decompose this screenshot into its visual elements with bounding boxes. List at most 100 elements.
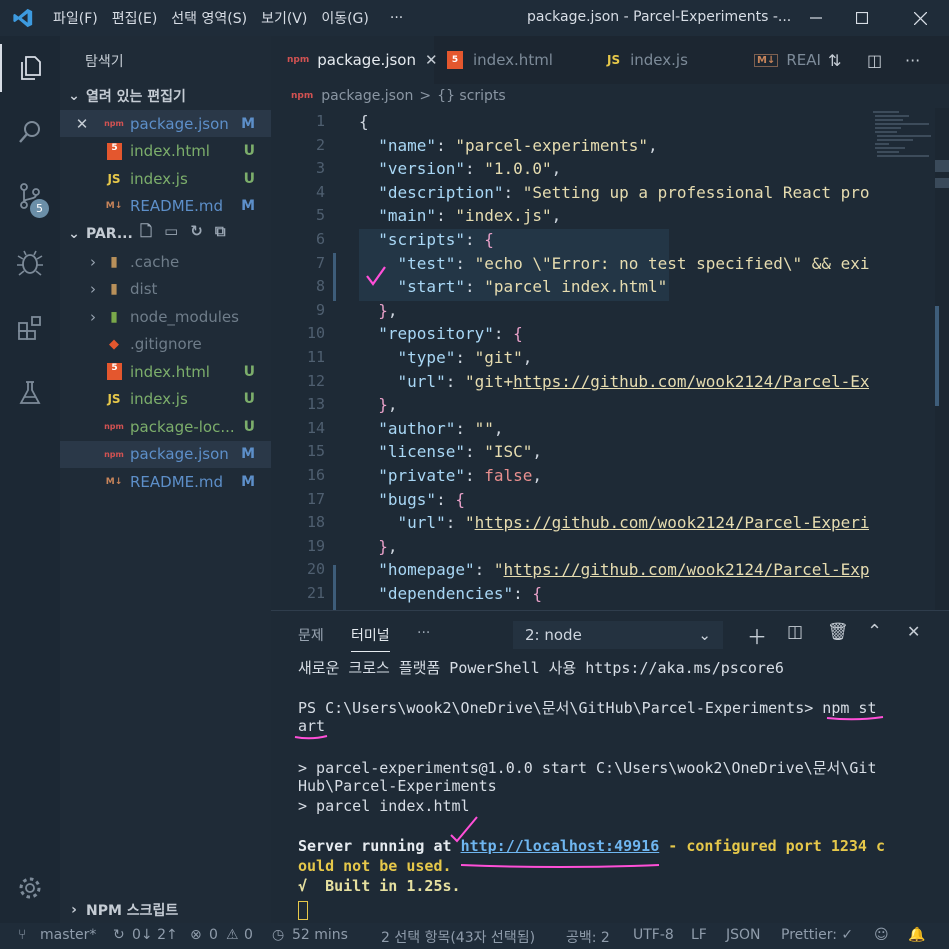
more-actions-icon[interactable]: ··· [905,36,929,84]
explorer-sidebar: 탐색기 ⌄ 열려 있는 편집기 ✕ npm package.json M 5 index.… [60,36,271,923]
line-number: 2 [315,135,325,154]
sync-icon: ↻ [113,927,125,943]
git-icon: ◆ [109,336,119,352]
line-number: 7 [315,253,325,272]
language-mode[interactable]: JSON [726,927,761,943]
file-name: package.json [130,114,229,133]
code-line: "scripts": { [378,230,494,249]
npm-icon: npm [104,449,124,459]
code-editor[interactable]: 1 {2 "name": "parcel-experiments", 3 "vers… [271,108,949,610]
menu-edit[interactable]: 편집(E) [105,8,165,28]
markdown-icon: M↓ [105,201,123,211]
menu-file[interactable]: 파일(F) [46,8,105,28]
npm-icon: npm [287,55,310,65]
warning-count[interactable]: 0 [244,927,253,943]
file-item[interactable]: 5 index.html U [60,138,271,165]
npm-scripts-section[interactable]: › NPM 스크립트 [60,896,271,923]
breadcrumb-separator: > [419,88,432,104]
file-item[interactable]: M↓ README.md M [60,193,271,220]
file-item[interactable]: › ▮ node_modules [60,303,271,330]
maximize-button[interactable] [837,0,887,36]
extensions-icon[interactable] [0,304,60,352]
new-folder-icon[interactable]: ▭ [164,222,190,240]
file-item[interactable]: JS index.js U [60,165,271,192]
notifications-bell-icon[interactable]: 🔔 [908,927,925,943]
file-item[interactable]: ◆ .gitignore [60,331,271,358]
file-item[interactable]: › ▮ .cache [60,248,271,275]
tab-index-html[interactable]: 5 index.html [447,36,597,84]
code-line: }, [378,300,398,320]
search-icon[interactable] [0,108,60,156]
html5-icon: 5 [107,142,122,160]
line-number: 6 [315,230,325,248]
editor-scrollbar[interactable] [935,108,949,610]
code-line: "private": false, [378,466,543,485]
folder-icon: ▮ [110,253,118,270]
sidebar-header: 탐색기 [85,54,124,70]
settings-gear-icon[interactable] [0,864,60,912]
indent-spaces[interactable]: 공백: 2 [566,927,610,947]
new-file-icon[interactable]: 🗋 [140,222,164,240]
file-item[interactable]: npm package-loc... U [60,413,271,440]
testing-flask-icon[interactable] [0,369,60,417]
menu-view[interactable]: 보기(V) [254,8,314,28]
selection-info[interactable]: 2 선택 항목(43자 선택됨) [381,927,535,947]
open-editors-section[interactable]: ⌄ 열려 있는 편집기 [60,82,271,109]
close-tab-icon[interactable]: ✕ [425,51,438,69]
chevron-down-icon: ⌄ [68,225,80,242]
breadcrumb-file[interactable]: package.json [321,88,413,104]
compare-changes-icon[interactable]: ⇅ [828,36,852,84]
menu-go[interactable]: 이동(G) [314,8,376,28]
menu-selection[interactable]: 선택 영역(S) [164,8,254,28]
breadcrumb-node[interactable]: {} scripts [437,88,506,104]
tab-readme[interactable]: M↓ REAI [754,36,824,84]
line-number: 10 [306,324,325,343]
npm-icon: npm [104,422,124,431]
git-status-badge: M [241,115,255,132]
code-line: "main": "index.js", [378,206,562,226]
code-line: "license": "ISC", [378,442,543,462]
collapse-all-icon[interactable]: ⧉ [215,222,238,240]
file-item[interactable]: JS index.js U [60,386,271,413]
minimap[interactable] [869,108,935,168]
feedback-icon[interactable]: ☺ [874,927,889,943]
tab-label: REAI [786,51,821,69]
close-window-button[interactable] [895,0,945,36]
chevron-right-icon: › [90,280,96,298]
project-section[interactable]: ⌄ PAR... 🗋▭↻⧉ [60,220,271,247]
file-item[interactable]: › ▮ dist [60,276,271,303]
js-icon: JS [607,53,621,67]
split-editor-icon[interactable]: ◫ [867,36,891,84]
encoding[interactable]: UTF-8 [633,927,674,943]
chevron-right-icon: › [90,252,96,271]
menu-more[interactable]: ··· [376,10,410,26]
end-of-line[interactable]: LF [691,927,707,943]
prettier-status[interactable]: Prettier: ✓ [781,927,853,943]
tab-index-js[interactable]: JS index.js [607,36,747,84]
source-control-icon[interactable] [0,172,60,220]
line-number: 1 [315,112,325,130]
html5-icon: 5 [447,51,463,69]
debug-icon[interactable] [0,238,60,286]
folder-icon: ▮ [110,281,118,297]
open-editors-label: 열려 있는 편집기 [86,88,186,105]
file-item[interactable]: ✕ npm package.json M [60,110,271,137]
refresh-icon[interactable]: ↻ [190,222,215,240]
status-bar: ⑂ master* ↻ 0↓ 2↑ ⊗ 0 ⚠ 0 ◷ 52 mins 2 선택… [0,923,949,949]
error-count[interactable]: 0 [209,927,218,943]
close-editor-icon[interactable]: ✕ [60,115,104,133]
code-line: "url": "https://github.com/wook2124/Parc… [397,513,869,533]
file-item[interactable]: 5 index.html U [60,358,271,385]
session-time[interactable]: 52 mins [292,927,348,943]
code-line: "start": "parcel index.html" [397,277,668,297]
error-icon: ⊗ [190,927,202,943]
branch[interactable]: master* [40,927,96,943]
file-item[interactable]: M↓ README.md M [60,468,271,495]
chevron-down-icon: ⌄ [68,87,80,104]
git-status-badge: U [243,170,255,187]
tab-package-json[interactable]: npm package.json ✕ [271,36,438,84]
explorer-icon[interactable] [0,44,60,92]
sync-status[interactable]: 0↓ 2↑ [132,927,178,943]
minimize-button[interactable] [791,0,841,36]
file-item[interactable]: npm package.json M [60,440,271,468]
